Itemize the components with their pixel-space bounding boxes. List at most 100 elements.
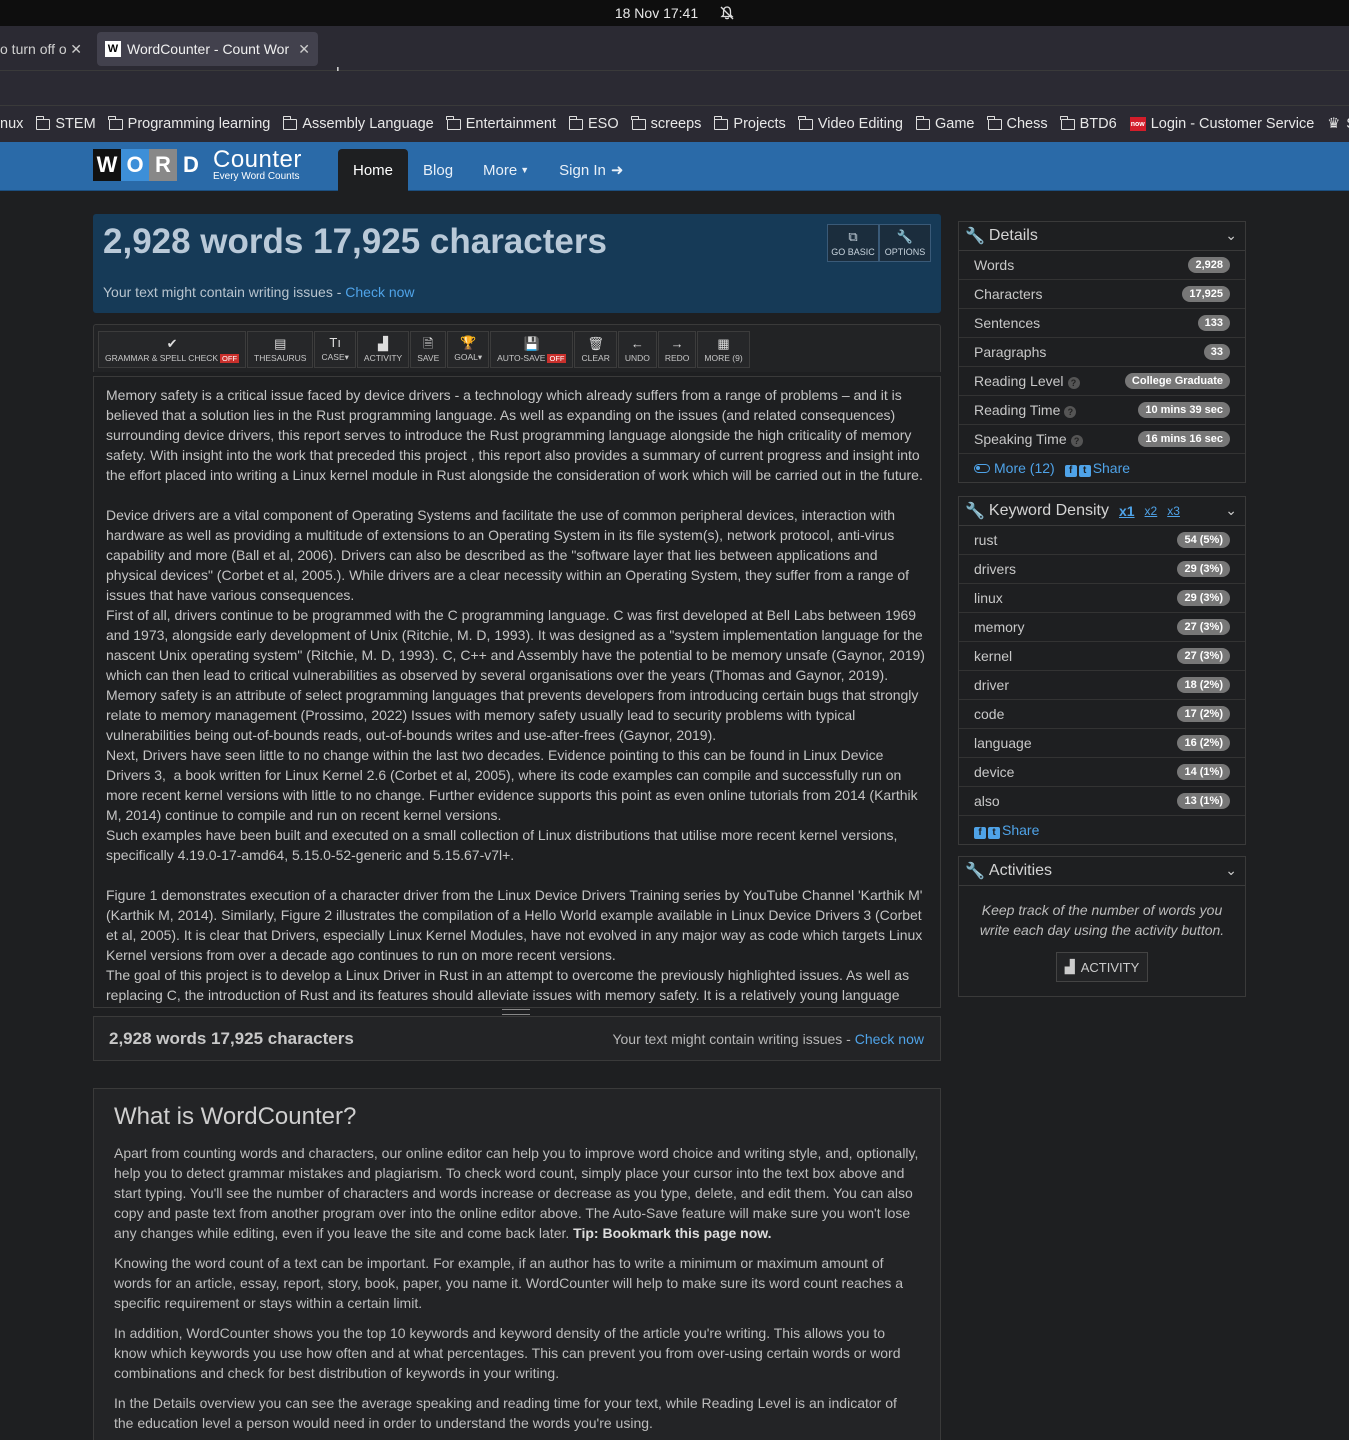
check-now-link[interactable]: Check now bbox=[855, 1031, 924, 1047]
clock[interactable]: 18 Nov 17:41 bbox=[615, 5, 698, 21]
detail-row: Paragraphs 33 bbox=[959, 338, 1245, 367]
bookmark-item[interactable]: now Login - Customer Service bbox=[1129, 116, 1314, 132]
chevron-down-icon[interactable]: ⌄ bbox=[1225, 227, 1237, 244]
checkmark-icon: ✔ bbox=[166, 335, 178, 351]
help-icon[interactable]: ? bbox=[1067, 377, 1080, 389]
sign-in-icon: ➜ bbox=[610, 162, 624, 179]
undo-button[interactable]: ← UNDO bbox=[617, 331, 657, 368]
text-editor[interactable]: Memory safety is a critical issue faced … bbox=[93, 376, 941, 1008]
details-panel: 🔧 Details ⌄ Words 2,928 Characters 17,925 Se… bbox=[958, 221, 1246, 483]
now-favicon-icon: now bbox=[1129, 117, 1146, 131]
browser-tab-active[interactable]: W WordCounter - Count Wor ✕ bbox=[97, 32, 318, 66]
bookmark-folder[interactable]: Game bbox=[915, 115, 975, 132]
chevron-down-icon[interactable]: ⌄ bbox=[1225, 862, 1237, 879]
bookmark-folder[interactable]: Video Editing bbox=[798, 115, 903, 132]
tab-title: o turn off op bbox=[0, 41, 67, 57]
thesaurus-button[interactable]: ▤ THESAURUS bbox=[247, 331, 314, 368]
activities-description: Keep track of the number of words you wr… bbox=[979, 902, 1225, 938]
close-tab-icon[interactable]: ✕ bbox=[70, 41, 82, 58]
footer-issues: Your text might contain writing issues -… bbox=[612, 1031, 924, 1047]
nav-more[interactable]: More ▼ bbox=[468, 149, 544, 191]
external-link-icon: ⧉ bbox=[848, 229, 858, 244]
nav-sign-in[interactable]: Sign In ➜ bbox=[544, 149, 638, 191]
folder-icon bbox=[108, 115, 123, 130]
editor-toolbar: ✔ GRAMMAR & SPELL CHECK OFF ▤ THESAURUS Tı C… bbox=[93, 324, 941, 372]
help-icon[interactable]: ? bbox=[1064, 406, 1077, 418]
browser-tab-bar: o turn off op ✕ W WordCounter - Count Wo… bbox=[0, 26, 1349, 84]
details-header[interactable]: 🔧 Details ⌄ bbox=[959, 222, 1245, 251]
bookmark-folder[interactable]: Projects bbox=[713, 115, 786, 132]
editor-footer: 2,928 words 17,925 characters Your text … bbox=[93, 1016, 941, 1061]
keyword-row: also 13 (1%) bbox=[959, 787, 1245, 816]
wordcounter-logo[interactable]: W O R D Counter Every Word Counts bbox=[93, 148, 302, 182]
check-now-link[interactable]: Check now bbox=[345, 284, 414, 300]
wrench-icon: 🔧 bbox=[965, 228, 985, 245]
trash-icon: 🗑 bbox=[587, 335, 604, 351]
activity-button[interactable]: ▟ ACTIVITY bbox=[1055, 952, 1149, 982]
help-icon[interactable]: ? bbox=[1070, 435, 1083, 447]
folder-icon bbox=[987, 115, 1002, 130]
grammar-check-button[interactable]: ✔ GRAMMAR & SPELL CHECK OFF bbox=[98, 331, 247, 368]
tab-title: WordCounter - Count Wor bbox=[127, 41, 290, 57]
bookmark-item[interactable]: ♛S bbox=[1327, 116, 1349, 132]
keyword-row: kernel 27 (3%) bbox=[959, 642, 1245, 671]
twitter-icon: t bbox=[988, 826, 1000, 839]
share-link[interactable]: f t Share bbox=[974, 822, 1039, 839]
wrench-icon: 🔧 bbox=[896, 229, 914, 244]
more-button[interactable]: ▦ MORE (9) bbox=[697, 331, 750, 368]
bookmarks-bar: nux STEM Programming learning Assembly L… bbox=[0, 106, 1349, 142]
x2-toggle[interactable]: x2 bbox=[1145, 504, 1158, 518]
keyword-row: linux 29 (3%) bbox=[959, 584, 1245, 613]
clear-button[interactable]: 🗑 CLEAR bbox=[574, 331, 617, 368]
facebook-icon: f bbox=[1064, 464, 1077, 477]
browser-tab[interactable]: o turn off op ✕ bbox=[0, 32, 90, 66]
twitter-icon: t bbox=[1078, 464, 1091, 477]
bookmark-folder[interactable]: Assembly Language bbox=[282, 115, 434, 132]
activity-button[interactable]: ▟ ACTIVITY bbox=[356, 331, 410, 368]
autosave-button[interactable]: 💾 AUTO-SAVE OFF bbox=[490, 331, 574, 368]
bookmark-folder[interactable]: Chess bbox=[987, 115, 1048, 132]
folder-icon bbox=[1060, 115, 1075, 130]
case-button[interactable]: Tı CASE▾ bbox=[314, 331, 356, 368]
nav-home[interactable]: Home bbox=[338, 149, 409, 191]
chevron-down-icon[interactable]: ⌄ bbox=[1225, 502, 1237, 519]
bookmark-folder[interactable]: screeps bbox=[631, 115, 701, 132]
resize-handle[interactable] bbox=[502, 1009, 530, 1015]
folder-icon bbox=[35, 115, 51, 130]
counter-header: 2,928 words 17,925 characters Your text … bbox=[93, 214, 941, 313]
wrench-icon: 🔧 bbox=[965, 863, 985, 880]
activities-header[interactable]: 🔧 Activities ⌄ bbox=[959, 857, 1245, 886]
folder-icon bbox=[798, 115, 813, 130]
share-link[interactable]: f t Share bbox=[1064, 460, 1130, 477]
options-button[interactable]: 🔧 OPTIONS bbox=[879, 224, 931, 262]
keyword-density-header[interactable]: 🔧 Keyword Density x1 x2 x3 ⌄ bbox=[959, 497, 1245, 526]
detail-row: Reading Time? 10 mins 39 sec bbox=[959, 396, 1245, 425]
off-badge: OFF bbox=[547, 353, 567, 363]
detail-row: Words 2,928 bbox=[959, 251, 1245, 280]
close-tab-icon[interactable]: ✕ bbox=[298, 41, 310, 58]
nav-blog[interactable]: Blog bbox=[408, 149, 468, 191]
url-bar-area bbox=[0, 71, 1349, 106]
bookmark-folder[interactable]: BTD6 bbox=[1060, 115, 1117, 132]
goal-button[interactable]: 🏆 GOAL▾ bbox=[447, 331, 490, 368]
notification-bell-icon[interactable] bbox=[720, 6, 734, 20]
about-section: What is WordCounter? Apart from counting… bbox=[93, 1088, 941, 1440]
detail-row: Speaking Time? 16 mins 16 sec bbox=[959, 425, 1245, 454]
more-details-link[interactable]: More (12) bbox=[974, 460, 1055, 476]
go-basic-button[interactable]: ⧉ GO BASIC bbox=[827, 224, 879, 262]
x3-toggle[interactable]: x3 bbox=[1167, 504, 1180, 518]
text-case-icon: Tı bbox=[329, 335, 341, 350]
main-nav: Home Blog More ▼ Sign In ➜ bbox=[338, 149, 638, 191]
floppy-icon: 💾 bbox=[523, 335, 540, 351]
bookmark-folder[interactable]: ESO bbox=[568, 115, 619, 132]
save-button[interactable]: 🗎 SAVE bbox=[410, 331, 447, 368]
keyword-row: device 14 (1%) bbox=[959, 758, 1245, 787]
bookmark-item[interactable]: nux bbox=[0, 116, 23, 132]
redo-button[interactable]: → REDO bbox=[657, 331, 697, 368]
bar-chart-icon: ▟ bbox=[1064, 959, 1075, 974]
folder-icon bbox=[915, 115, 930, 130]
bookmark-folder[interactable]: STEM bbox=[35, 115, 96, 132]
x1-toggle[interactable]: x1 bbox=[1119, 503, 1135, 519]
bookmark-folder[interactable]: Entertainment bbox=[446, 115, 556, 132]
bookmark-folder[interactable]: Programming learning bbox=[108, 115, 270, 132]
